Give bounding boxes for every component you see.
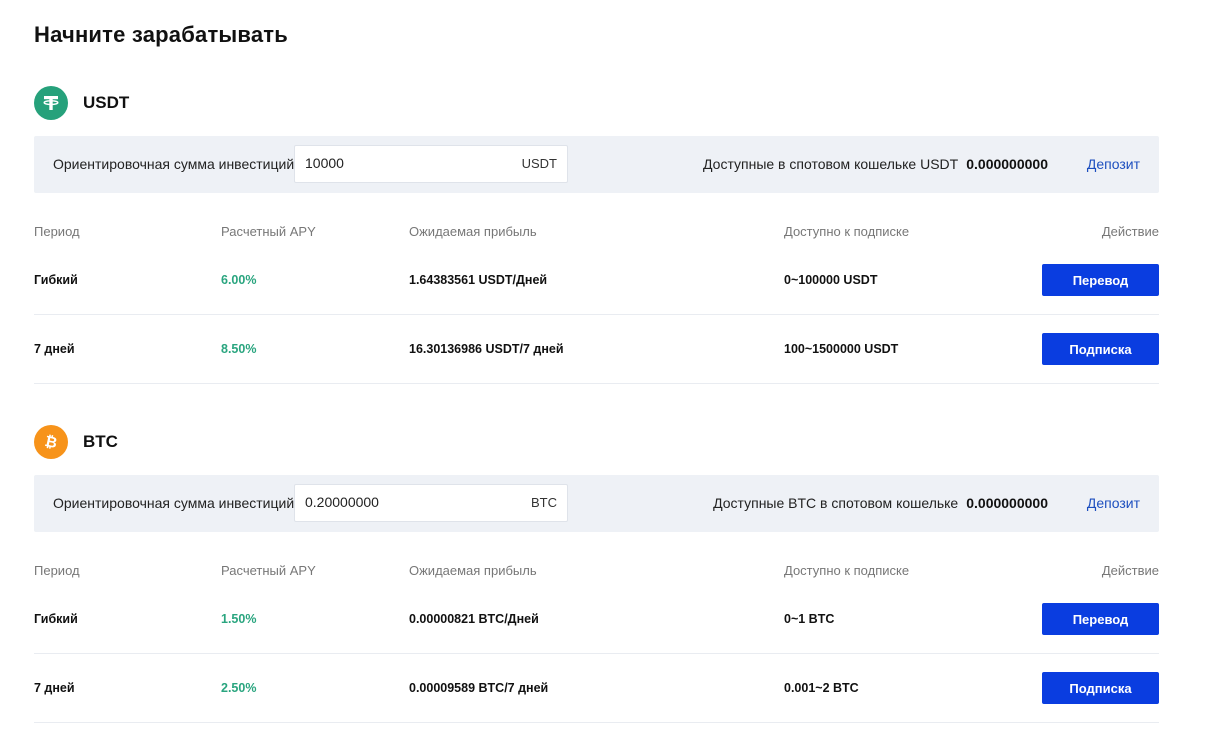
profit-cell: 16.30136986 USDT/7 дней <box>409 342 564 356</box>
period-cell: 7 дней <box>34 342 75 356</box>
investment-amount-input[interactable] <box>305 485 505 519</box>
profit-cell: 1.64383561 USDT/Дней <box>409 273 548 287</box>
apy-cell: 1.50% <box>221 612 257 626</box>
column-header-period: Период <box>34 563 80 578</box>
table-row: Гибкий 6.00% 1.64383561 USDT/Дней 0~1000… <box>34 246 1159 315</box>
column-header-apy: Расчетный APY <box>221 563 316 578</box>
deposit-link[interactable]: Депозит <box>1087 156 1140 172</box>
spot-balance-label: Доступные в спотовом кошельке USDT <box>703 156 959 172</box>
subscribe-button[interactable]: Подписка <box>1042 333 1159 365</box>
column-header-available: Доступно к подписке <box>784 224 910 239</box>
profit-cell: 0.00009589 BTC/7 дней <box>409 681 549 695</box>
column-header-available: Доступно к подписке <box>784 563 910 578</box>
deposit-link[interactable]: Депозит <box>1087 495 1140 511</box>
spot-balance-value: 0.000000000 <box>966 156 1048 172</box>
investment-amount-input[interactable] <box>305 146 505 180</box>
period-cell: Гибкий <box>34 273 78 287</box>
period-cell: 7 дней <box>34 681 75 695</box>
bitcoin-icon: ₿ <box>34 425 68 459</box>
column-header-apy: Расчетный APY <box>221 224 316 239</box>
apy-cell: 6.00% <box>221 273 257 287</box>
amount-unit: USDT <box>521 156 557 171</box>
investment-amount-field[interactable]: USDT <box>294 145 568 183</box>
column-header-action: Действие <box>1101 563 1159 578</box>
usdt-section: USDT Ориентировочная сумма инвестиций US… <box>34 86 1159 389</box>
spot-balance-label: Доступные BTC в спотовом кошельке <box>713 495 959 511</box>
column-header-profit: Ожидаемая прибыль <box>409 563 537 578</box>
investment-amount-field[interactable]: BTC <box>294 484 568 522</box>
coin-header: USDT <box>34 86 129 120</box>
available-cell: 100~1500000 USDT <box>784 342 899 356</box>
spot-balance-value: 0.000000000 <box>966 495 1048 511</box>
column-header-action: Действие <box>1101 224 1159 239</box>
period-cell: Гибкий <box>34 612 78 626</box>
available-cell: 0~1 BTC <box>784 612 835 626</box>
table-row: 7 дней 2.50% 0.00009589 BTC/7 дней 0.001… <box>34 654 1159 723</box>
subscribe-button[interactable]: Подписка <box>1042 672 1159 704</box>
investment-amount-label: Ориентировочная сумма инвестиций <box>53 495 295 511</box>
table-row: Гибкий 1.50% 0.00000821 BTC/Дней 0~1 BTC… <box>34 585 1159 654</box>
table-header: Период Расчетный APY Ожидаемая прибыль Д… <box>34 557 1159 585</box>
products-table: Период Расчетный APY Ожидаемая прибыль Д… <box>34 218 1159 384</box>
products-table: Период Расчетный APY Ожидаемая прибыль Д… <box>34 557 1159 723</box>
profit-cell: 0.00000821 BTC/Дней <box>409 612 539 626</box>
transfer-button[interactable]: Перевод <box>1042 264 1159 296</box>
table-row: 7 дней 8.50% 16.30136986 USDT/7 дней 100… <box>34 315 1159 384</box>
svg-text:₿: ₿ <box>43 432 59 452</box>
spot-balance: Доступные BTC в спотовом кошельке 0.00000… <box>713 495 1048 511</box>
investment-bar: Ориентировочная сумма инвестиций USDT До… <box>34 136 1159 193</box>
available-cell: 0.001~2 BTC <box>784 681 859 695</box>
earn-page: Начните зарабатывать USDT Ориентировочна… <box>0 0 1222 741</box>
apy-cell: 8.50% <box>221 342 257 356</box>
investment-bar: Ориентировочная сумма инвестиций BTC Дос… <box>34 475 1159 532</box>
coin-name: BTC <box>83 432 118 451</box>
column-header-profit: Ожидаемая прибыль <box>409 224 537 239</box>
btc-section: ₿ BTC Ориентировочная сумма инвестиций B… <box>34 425 1159 728</box>
available-cell: 0~100000 USDT <box>784 273 878 287</box>
apy-cell: 2.50% <box>221 681 257 695</box>
coin-name: USDT <box>83 93 130 112</box>
transfer-button[interactable]: Перевод <box>1042 603 1159 635</box>
coin-header: ₿ BTC <box>34 425 118 459</box>
amount-unit: BTC <box>531 495 557 510</box>
page-title: Начните зарабатывать <box>34 22 288 47</box>
investment-amount-label: Ориентировочная сумма инвестиций <box>53 156 295 172</box>
table-header: Период Расчетный APY Ожидаемая прибыль Д… <box>34 218 1159 246</box>
tether-icon <box>34 86 68 120</box>
column-header-period: Период <box>34 224 80 239</box>
spot-balance: Доступные в спотовом кошельке USDT 0.0000… <box>703 156 1048 172</box>
